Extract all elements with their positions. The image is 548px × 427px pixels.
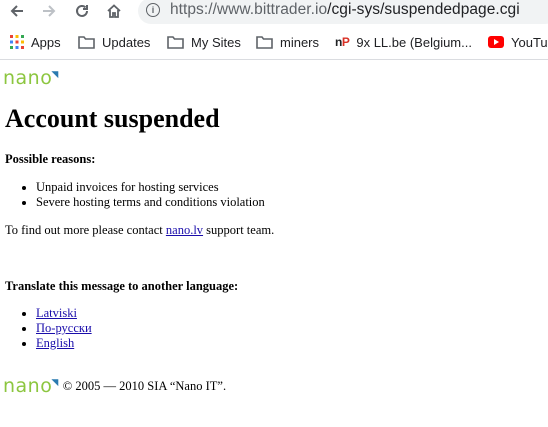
youtube-icon <box>488 36 504 48</box>
bookmark-apps[interactable]: Apps <box>10 33 61 51</box>
np-favicon-icon: nP <box>335 35 350 49</box>
language-link-latviski[interactable]: Latviski <box>36 306 77 320</box>
bookmark-9x-ll-be[interactable]: nP 9x LL.be (Belgium... <box>335 33 472 51</box>
bookmark-label: 9x LL.be (Belgium... <box>356 34 472 50</box>
forward-button[interactable] <box>38 0 60 22</box>
logo-text: nano <box>3 375 53 397</box>
contact-prefix: To find out more please contact <box>5 223 166 237</box>
footer-nano-logo: nano◥ <box>3 377 59 396</box>
bookmark-label: miners <box>280 34 320 50</box>
home-icon <box>107 4 121 18</box>
site-info-icon[interactable]: i <box>146 3 160 17</box>
language-list: Latviski По-русски English <box>0 306 92 351</box>
language-link-english[interactable]: English <box>36 336 74 350</box>
logo-text: nano <box>3 67 53 89</box>
reload-button[interactable] <box>71 0 93 22</box>
nano-lv-link[interactable]: nano.lv <box>166 223 203 237</box>
list-item: Severe hosting terms and conditions viol… <box>36 195 265 210</box>
translate-title: Translate this message to another langua… <box>5 279 239 293</box>
list-item: English <box>36 336 92 351</box>
page-title: Account suspended <box>5 104 220 133</box>
home-button[interactable] <box>103 0 125 22</box>
bookmark-youtube[interactable]: YouTube <box>488 33 548 51</box>
footer: nano◥ © 2005 — 2010 SIA “Nano IT”. <box>3 377 226 396</box>
apps-grid-icon <box>10 35 24 49</box>
bookmark-label: My Sites <box>191 34 241 50</box>
list-item: Unpaid invoices for hosting services <box>36 180 265 195</box>
bookmark-updates[interactable]: Updates <box>78 33 150 51</box>
bookmark-label: YouTube <box>511 34 548 50</box>
bookmark-miners[interactable]: miners <box>256 33 319 51</box>
list-item: По-русски <box>36 321 92 336</box>
back-arrow-icon <box>10 5 23 17</box>
forward-arrow-icon <box>43 5 56 17</box>
reasons-list: Unpaid invoices for hosting services Sev… <box>0 180 265 210</box>
folder-icon <box>78 35 95 49</box>
url-path: /cgi-sys/suspendedpage.cgi <box>327 1 520 18</box>
reasons-title: Possible reasons: <box>5 152 96 166</box>
page-content: nano◥ Account suspended Possible reasons… <box>0 60 548 427</box>
logo-mark-icon: ◥ <box>51 377 59 388</box>
folder-icon <box>256 35 273 49</box>
bookmark-label: Updates <box>102 34 151 50</box>
contact-suffix: support team. <box>203 223 275 237</box>
language-link-russian[interactable]: По-русски <box>36 321 92 335</box>
browser-toolbar: i https://www.bittrader.io/cgi-sys/suspe… <box>0 0 548 24</box>
address-bar[interactable]: i https://www.bittrader.io/cgi-sys/suspe… <box>138 0 548 24</box>
logo-mark-icon: ◥ <box>51 69 59 80</box>
reload-icon <box>76 4 88 17</box>
nano-logo: nano◥ <box>3 69 59 88</box>
back-button[interactable] <box>6 0 28 22</box>
bookmarks-bar: Apps Updates My Sites miners nP 9x LL.be… <box>0 30 548 54</box>
copyright-text: © 2005 — 2010 SIA “Nano IT”. <box>62 379 227 393</box>
bookmark-my-sites[interactable]: My Sites <box>167 33 241 51</box>
folder-icon <box>167 35 184 49</box>
bookmark-label: Apps <box>31 34 61 50</box>
list-item: Latviski <box>36 306 92 321</box>
url-text: https://www.bittrader.io/cgi-sys/suspend… <box>170 1 520 19</box>
url-host: https://www.bittrader.io <box>170 1 328 18</box>
contact-text: To find out more please contact nano.lv … <box>5 223 274 238</box>
